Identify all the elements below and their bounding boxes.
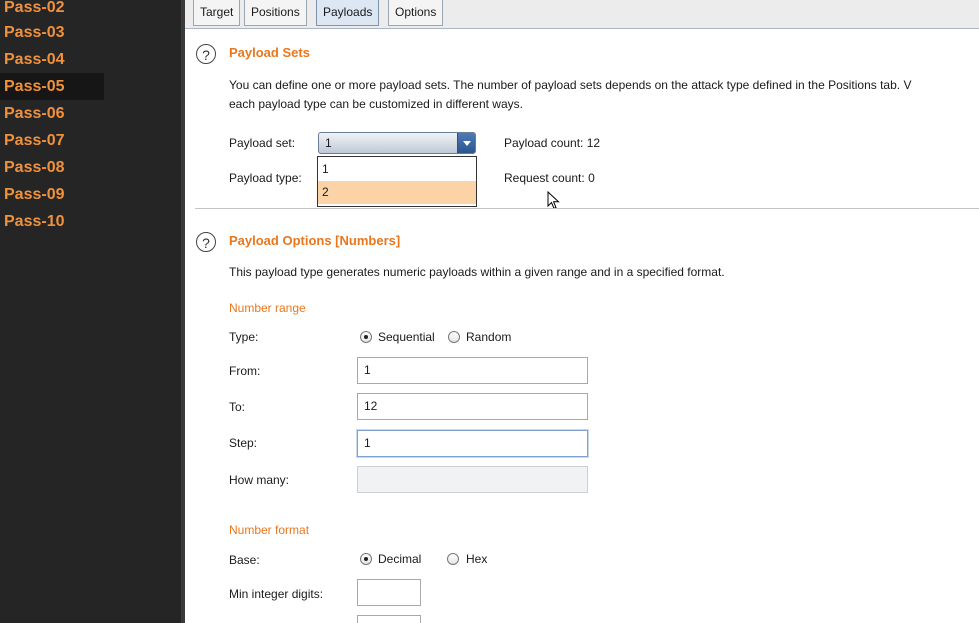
payload-options-title: Payload Options [Numbers] (229, 233, 401, 248)
request-count-label: Request count: 0 (504, 171, 595, 185)
help-icon[interactable]: ? (196, 44, 216, 64)
sidebar-item-pass-04[interactable]: Pass-04 (0, 46, 104, 73)
sidebar-item-pass-07[interactable]: Pass-07 (0, 127, 104, 154)
payload-count-value: 12 (586, 136, 601, 150)
sequential-radio[interactable] (360, 331, 372, 343)
chevron-down-icon[interactable] (457, 133, 475, 153)
sidebar-item-pass-10[interactable]: Pass-10 (0, 208, 104, 235)
random-label[interactable]: Random (466, 330, 511, 344)
step-label: Step: (229, 436, 258, 450)
payload-type-label: Payload type: (229, 171, 302, 185)
to-label: To: (229, 400, 246, 414)
from-label: From: (229, 364, 261, 378)
request-count-value: 0 (588, 171, 595, 185)
tab-bar: Target Positions Payloads Options (185, 0, 979, 29)
base-label: Base: (229, 553, 260, 567)
payload-count-text: Payload count: (504, 136, 584, 150)
payload-count-label: Payload count: 12 (504, 136, 600, 150)
main-panel: Target Positions Payloads Options ? Payl… (185, 0, 979, 623)
sidebar-item-pass-09[interactable]: Pass-09 (0, 181, 104, 208)
sidebar: Pass-02 Pass-03 Pass-04 Pass-05 Pass-06 … (0, 0, 181, 623)
sidebar-item-pass-05[interactable]: Pass-05 (0, 73, 104, 100)
sequential-label[interactable]: Sequential (378, 330, 435, 344)
step-input[interactable]: 1 (357, 430, 588, 457)
payload-options-description: This payload type generates numeric payl… (229, 265, 725, 279)
max-integer-digits-input[interactable] (357, 615, 421, 623)
section-divider (195, 208, 979, 209)
payload-sets-description-1: You can define one or more payload sets.… (229, 78, 912, 92)
hex-radio[interactable] (447, 553, 459, 565)
decimal-label[interactable]: Decimal (378, 552, 421, 566)
type-label: Type: (229, 330, 259, 344)
tab-payloads[interactable]: Payloads (316, 0, 380, 26)
number-range-heading: Number range (229, 301, 306, 315)
sidebar-item-pass-06[interactable]: Pass-06 (0, 100, 104, 127)
hex-label[interactable]: Hex (466, 552, 487, 566)
payload-set-label: Payload set: (229, 136, 296, 150)
tab-positions[interactable]: Positions (244, 0, 307, 26)
how-many-label: How many: (229, 473, 290, 487)
sidebar-item-pass-03[interactable]: Pass-03 (0, 19, 104, 46)
request-count-text: Request count: (504, 171, 585, 185)
help-icon[interactable]: ? (196, 232, 216, 252)
payload-set-value: 1 (325, 136, 332, 150)
tab-target[interactable]: Target (193, 0, 241, 26)
payload-set-dropdown-list: 1 2 (317, 156, 477, 207)
payload-set-option-1[interactable]: 1 (318, 158, 476, 181)
to-input[interactable]: 12 (357, 393, 588, 420)
sidebar-item-pass-02[interactable]: Pass-02 (0, 0, 104, 21)
sidebar-item-pass-08[interactable]: Pass-08 (0, 154, 104, 181)
random-radio[interactable] (448, 331, 460, 343)
payload-set-option-2[interactable]: 2 (318, 181, 476, 204)
tab-options[interactable]: Options (388, 0, 444, 26)
payload-sets-title: Payload Sets (229, 45, 310, 60)
min-integer-digits-input[interactable] (357, 579, 421, 606)
decimal-radio[interactable] (360, 553, 372, 565)
payload-set-select[interactable]: 1 (318, 132, 476, 154)
how-many-input (357, 466, 588, 493)
from-input[interactable]: 1 (357, 357, 588, 384)
number-format-heading: Number format (229, 523, 310, 537)
payload-sets-description-2: each payload type can be customized in d… (229, 97, 523, 111)
min-integer-digits-label: Min integer digits: (229, 587, 324, 601)
